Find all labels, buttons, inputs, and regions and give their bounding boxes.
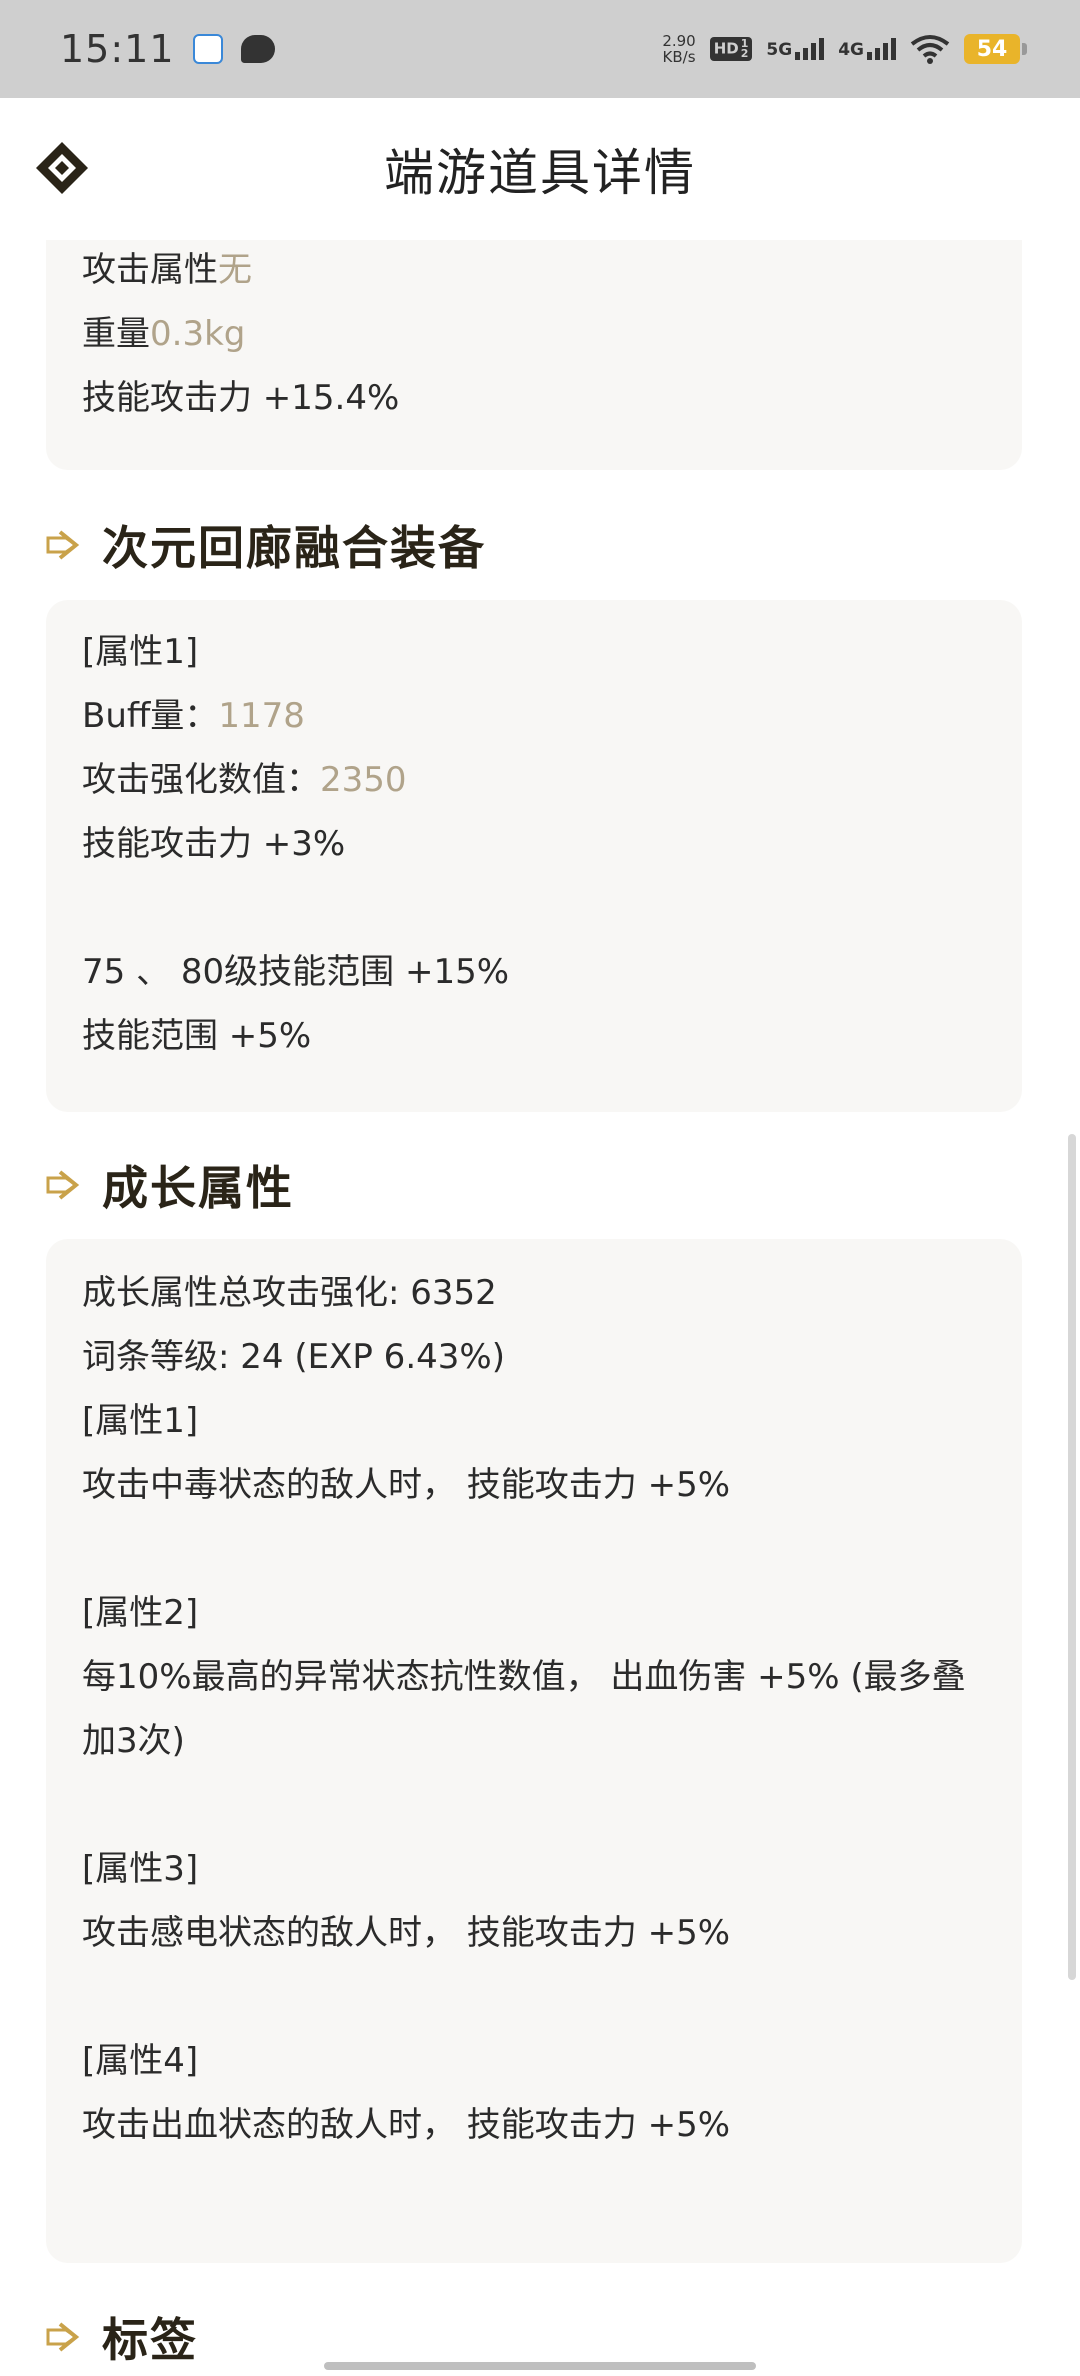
growth-line: 词条等级: 24 (EXP 6.43%) <box>82 1337 505 1377</box>
fusion-line: 技能攻击力 +3% <box>82 812 986 876</box>
fusion-line: 攻击强化数值：2350 <box>82 748 986 812</box>
growth-line: [属性4] <box>82 2041 199 2081</box>
fusion-line-label: 技能范围 +5% <box>82 1016 312 1056</box>
growth-blank-line <box>82 1773 986 1837</box>
wifi-icon <box>910 35 950 64</box>
net-speed-unit: KB/s <box>662 48 696 66</box>
notification-app-icon <box>192 34 223 64</box>
growth-line: 攻击出血状态的敌人时， 技能攻击力 +5% <box>82 2105 731 2145</box>
attack-attribute-value: 无 <box>218 250 252 290</box>
signal-bars-2 <box>867 38 896 60</box>
tags-section-header: 标签 <box>46 2304 198 2370</box>
fusion-line: 技能范围 +5% <box>82 1004 986 1068</box>
growth-line: 每10%最高的异常状态抗性数值， 出血伤害 +5% (最多叠加3次) <box>82 1657 966 1761</box>
attribute-card: 攻击属性无 重量0.3kg 技能攻击力 +15.4% <box>46 240 1022 470</box>
fusion-card: [属性1] Buff量：1178 攻击强化数值：2350 技能攻击力 +3% 7… <box>46 600 1022 1112</box>
fusion-section-header: 次元回廊融合装备 <box>46 512 486 578</box>
growth-blank-line <box>82 1517 986 1581</box>
hd-label: HD <box>713 39 739 58</box>
status-left: 15:11 <box>60 27 275 71</box>
weight-value: 0.3kg <box>150 314 246 354</box>
attack-attribute-line: 攻击属性无 <box>82 238 986 302</box>
signal-4g-icon: 4G <box>838 38 896 60</box>
net-speed: 2.90 KB/s <box>662 33 695 65</box>
status-bar: 15:11 2.90 KB/s HD 1 2 5G 4G 54 <box>0 0 1080 98</box>
signal-bars-1 <box>795 38 825 60</box>
signal-5g-label: 5G <box>766 40 793 60</box>
section-arrow-icon <box>46 2322 80 2352</box>
skill-attack-label: 技能攻击力 +15.4% <box>82 378 400 418</box>
section-arrow-icon <box>46 1170 80 1200</box>
growth-blank-line <box>82 1965 986 2029</box>
buff-value: 1178 <box>218 696 305 736</box>
fusion-blank-line <box>82 876 986 940</box>
app-header: 端游道具详情 <box>0 98 1080 240</box>
fusion-line-label: [属性1] <box>82 632 199 672</box>
signal-5g-icon: 5G <box>766 38 825 60</box>
status-time: 15:11 <box>60 27 175 71</box>
growth-card: 成长属性总攻击强化: 6352 词条等级: 24 (EXP 6.43%) [属性… <box>46 1239 1022 2263</box>
attack-boost-label: 攻击强化数值： <box>82 760 320 800</box>
growth-section-title: 成长属性 <box>102 1161 294 1215</box>
growth-section-header: 成长属性 <box>46 1152 294 1218</box>
fusion-line-label: 75 、 80级技能范围 +15% <box>82 952 510 992</box>
growth-line: 攻击中毒状态的敌人时， 技能攻击力 +5% <box>82 1465 731 1505</box>
fusion-line: [属性1] <box>82 620 986 684</box>
page-title: 端游道具详情 <box>384 144 696 202</box>
hd-sub: 1 2 <box>740 37 749 60</box>
buff-label: Buff量： <box>82 696 219 736</box>
attack-attribute-label: 攻击属性 <box>82 250 218 290</box>
growth-line: [属性3] <box>82 1849 199 1889</box>
skill-attack-line: 技能攻击力 +15.4% <box>82 366 986 430</box>
fusion-line: Buff量：1178 <box>82 684 986 748</box>
growth-line: 成长属性总攻击强化: 6352 <box>82 1273 497 1313</box>
status-right: 2.90 KB/s HD 1 2 5G 4G 54 <box>662 33 1027 65</box>
attack-boost-value: 2350 <box>320 760 407 800</box>
fusion-section-title: 次元回廊融合装备 <box>102 521 486 575</box>
growth-line: 攻击感电状态的敌人时， 技能攻击力 +5% <box>82 1913 731 1953</box>
net-speed-value: 2.90 <box>662 32 696 50</box>
growth-line: [属性2] <box>82 1593 199 1633</box>
fusion-line-label: 技能攻击力 +3% <box>82 824 346 864</box>
signal-4g-label: 4G <box>838 40 864 60</box>
growth-line: [属性1] <box>82 1401 199 1441</box>
hd-voice-icon: HD 1 2 <box>709 37 753 61</box>
home-indicator[interactable] <box>324 2362 756 2370</box>
scrollbar[interactable] <box>1068 1134 1076 1980</box>
weight-label: 重量 <box>82 314 150 354</box>
battery-icon: 54 <box>964 34 1027 64</box>
chat-icon <box>240 35 275 63</box>
diamond-logo-icon[interactable] <box>34 140 90 196</box>
tags-section-title: 标签 <box>102 2313 198 2367</box>
weight-line: 重量0.3kg <box>82 302 986 366</box>
section-arrow-icon <box>46 530 80 560</box>
fusion-line: 75 、 80级技能范围 +15% <box>82 940 986 1004</box>
